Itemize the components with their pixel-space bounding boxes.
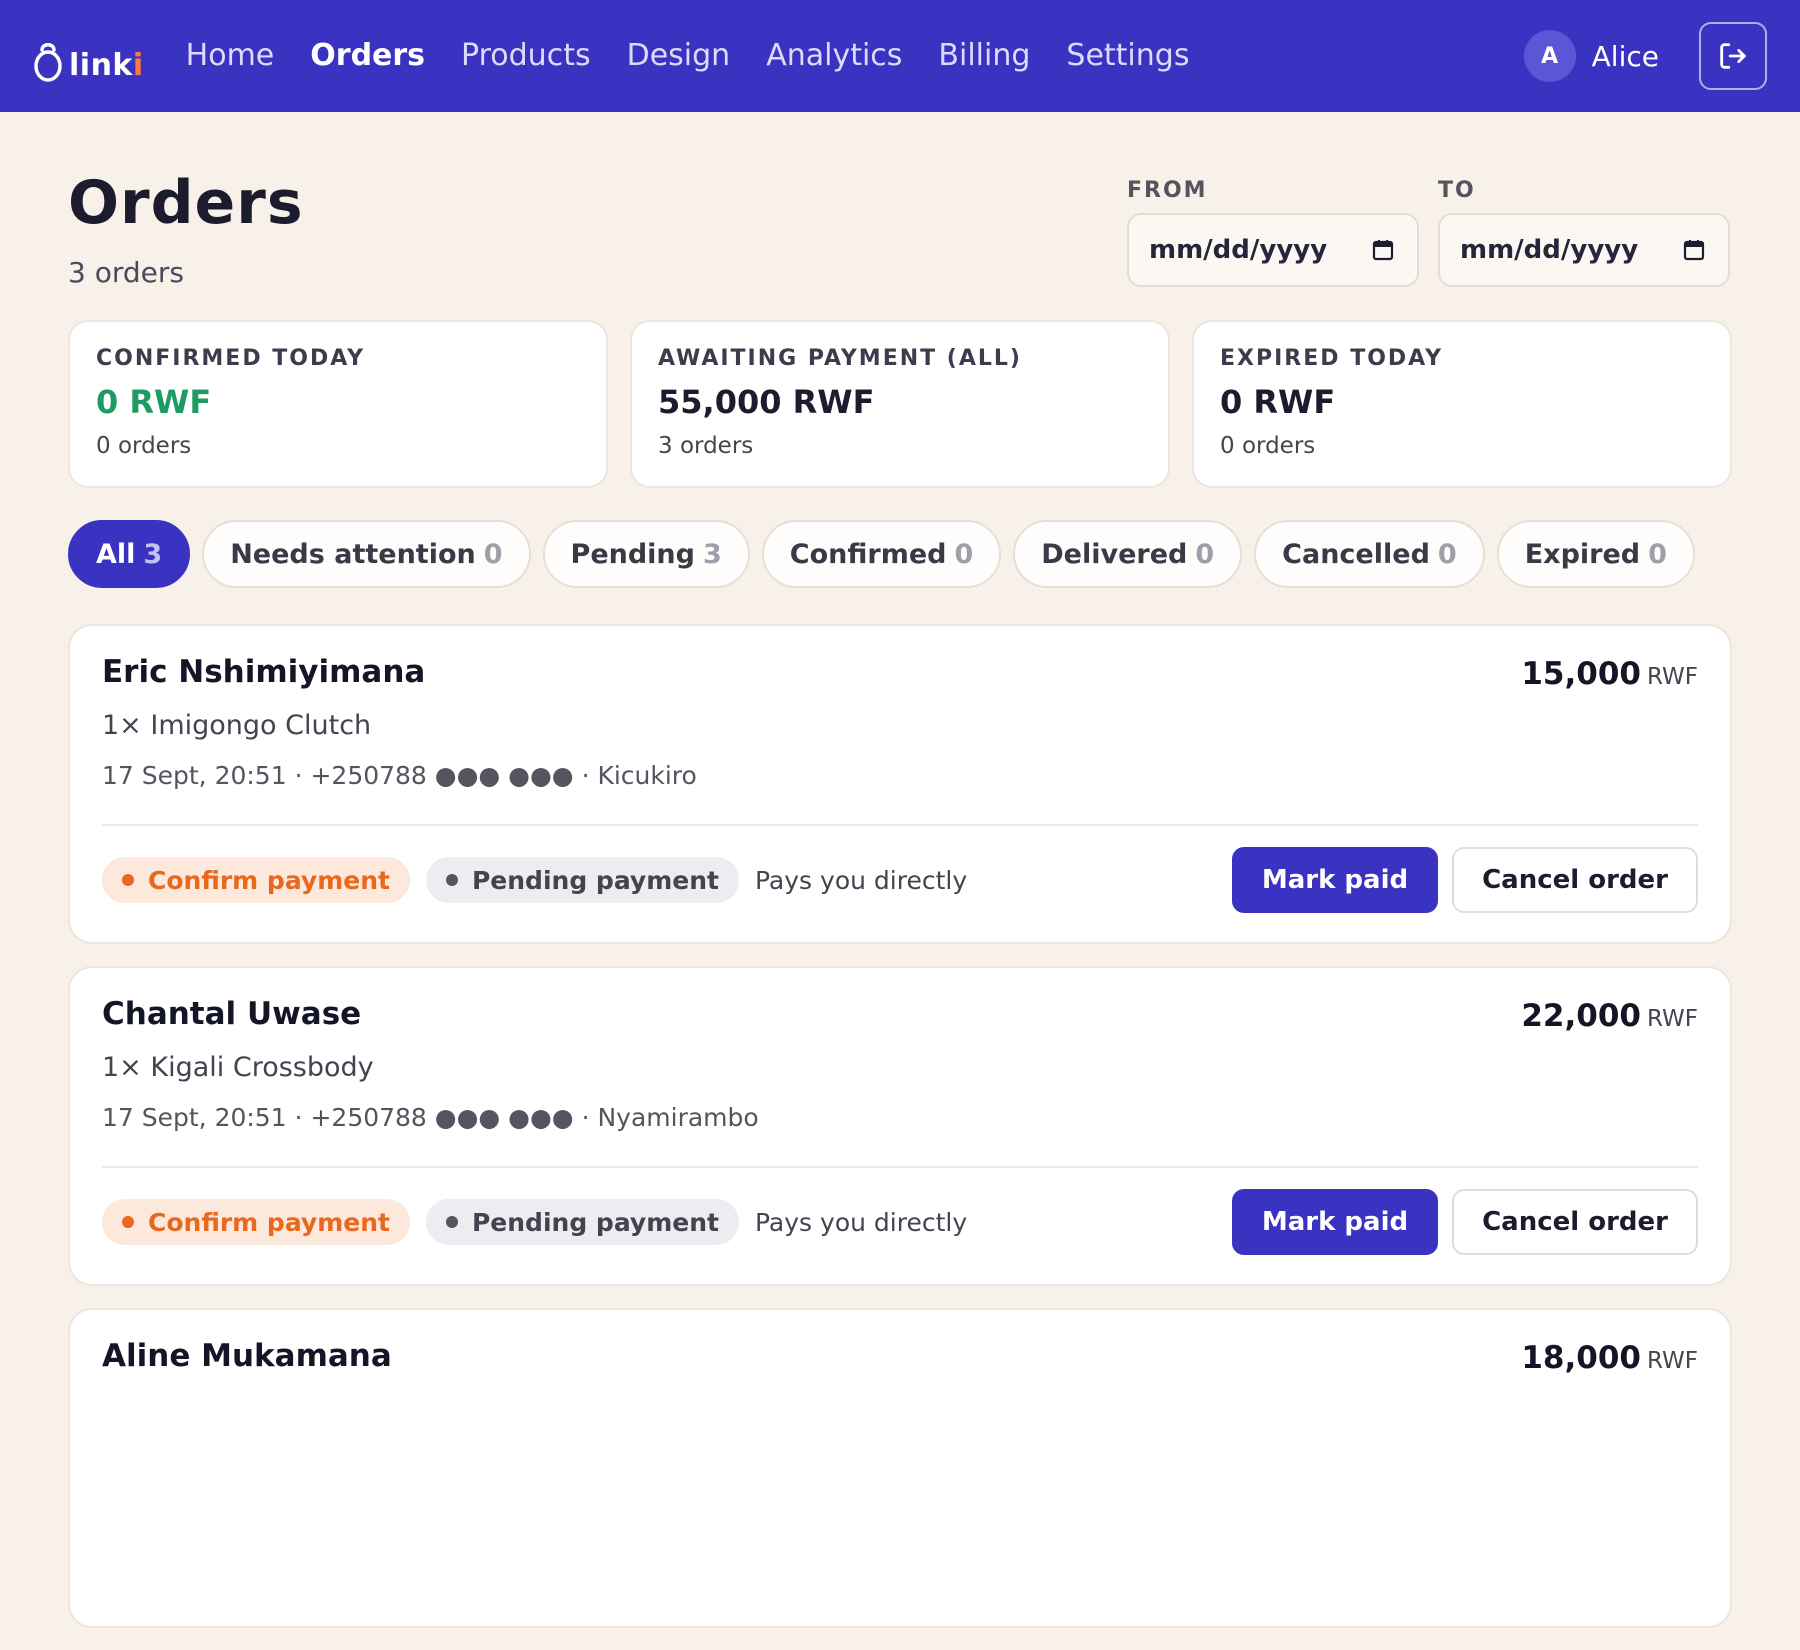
confirm-payment-badge: Confirm payment xyxy=(102,1199,410,1245)
stat-label: CONFIRMED TODAY xyxy=(96,346,366,371)
order-items: 1× Imigongo Clutch xyxy=(102,710,372,741)
tab-confirmed[interactable]: Confirmed 0 xyxy=(761,520,1002,588)
tab-count: 0 xyxy=(483,538,503,570)
tab-count: 3 xyxy=(143,538,163,570)
order-card[interactable]: Aline Mukamana 18,000 RWF xyxy=(68,1308,1732,1628)
stat-label: EXPIRED TODAY xyxy=(1220,346,1444,371)
stat-count: 0 orders xyxy=(96,433,192,459)
logout-icon xyxy=(1720,43,1746,69)
top-nav: linki Home Orders Products Design Analyt… xyxy=(0,0,1800,112)
nav-links: Home Orders Products Design Analytics Bi… xyxy=(186,38,1190,74)
date-from-input[interactable]: mm/dd/yyyy xyxy=(1127,213,1419,287)
confirm-payment-badge: Confirm payment xyxy=(102,857,410,903)
currency: RWF xyxy=(1646,664,1698,690)
tab-expired[interactable]: Expired 0 xyxy=(1496,520,1695,588)
order-amount: 15,000 RWF xyxy=(1521,656,1698,692)
stat-count: 3 orders xyxy=(658,433,754,459)
order-buttons: Mark paid Cancel order xyxy=(1231,1189,1698,1255)
status-badge: Pending payment xyxy=(425,857,739,903)
date-from-value: mm/dd/yyyy xyxy=(1149,235,1328,265)
date-to-label: TO xyxy=(1438,178,1476,203)
dot-icon xyxy=(445,1216,458,1228)
divider xyxy=(102,824,1698,826)
order-card[interactable]: Eric Nshimiyimana 15,000 RWF 1× Imigongo … xyxy=(68,624,1732,944)
tab-delivered[interactable]: Delivered 0 xyxy=(1013,520,1243,588)
dot-icon xyxy=(122,1216,134,1228)
tab-count: 0 xyxy=(1648,538,1667,570)
date-to-value: mm/dd/yyyy xyxy=(1460,235,1639,265)
order-meta: 17 Sept, 20:51 · +250788 ●●● ●●● · Nyami… xyxy=(102,1103,759,1132)
tab-pending[interactable]: Pending 3 xyxy=(542,520,750,588)
avatar[interactable]: A xyxy=(1523,30,1576,82)
tab-count: 0 xyxy=(1437,538,1457,570)
payment-note: Pays you directly xyxy=(754,865,968,895)
logout-button[interactable] xyxy=(1699,22,1767,90)
nav-link-settings[interactable]: Settings xyxy=(1066,38,1189,74)
order-meta: 17 Sept, 20:51 · +250788 ●●● ●●● · Kicuk… xyxy=(102,761,697,790)
user-name[interactable]: Alice xyxy=(1592,40,1659,73)
currency: RWF xyxy=(1646,1006,1698,1032)
date-from-label: FROM xyxy=(1127,178,1208,203)
cancel-order-button[interactable]: Cancel order xyxy=(1452,1189,1698,1255)
customer-name: Aline Mukamana xyxy=(102,1338,392,1374)
nav-link-products[interactable]: Products xyxy=(461,38,591,74)
tab-cancelled[interactable]: Cancelled 0 xyxy=(1254,520,1485,588)
tab-all[interactable]: All 3 xyxy=(68,520,191,588)
payment-note: Pays you directly xyxy=(754,1207,968,1237)
order-card[interactable]: Chantal Uwase 22,000 RWF 1× Kigali Crossb… xyxy=(68,966,1732,1286)
order-items: 1× Kigali Crossbody xyxy=(102,1052,374,1083)
mark-paid-button[interactable]: Mark paid xyxy=(1231,1189,1439,1255)
stat-value: 55,000 RWF xyxy=(658,383,875,421)
stat-label: AWAITING PAYMENT (ALL) xyxy=(658,346,1022,371)
status-badge: Pending payment xyxy=(425,1199,739,1245)
nav-link-orders[interactable]: Orders xyxy=(310,38,425,74)
filter-tabs: All 3 Needs attention 0 Pending 3 Confirmed… xyxy=(68,520,1695,588)
customer-name: Chantal Uwase xyxy=(102,996,362,1032)
stat-value: 0 RWF xyxy=(1220,383,1336,421)
order-amount: 22,000 RWF xyxy=(1521,998,1698,1034)
currency: RWF xyxy=(1646,1348,1698,1374)
cancel-order-button[interactable]: Cancel order xyxy=(1452,847,1698,913)
user-area: A Alice xyxy=(1523,22,1767,90)
date-from-group: FROM mm/dd/yyyy xyxy=(1127,178,1419,287)
dot-icon xyxy=(445,874,458,886)
stat-count: 0 orders xyxy=(1220,433,1316,459)
order-amount: 18,000 RWF xyxy=(1521,1340,1698,1376)
order-actions: Confirm payment Pending payment Pays you… xyxy=(102,846,1698,914)
tab-count: 0 xyxy=(1195,538,1215,570)
dot-icon xyxy=(122,874,134,886)
calendar-icon[interactable] xyxy=(1371,238,1395,262)
order-buttons: Mark paid Cancel order xyxy=(1231,847,1698,913)
stat-card-expired-today: EXPIRED TODAY 0 RWF 0 orders xyxy=(1192,320,1732,488)
order-list: Eric Nshimiyimana 15,000 RWF 1× Imigongo … xyxy=(68,624,1732,1650)
mark-paid-button[interactable]: Mark paid xyxy=(1231,847,1439,913)
tab-count: 0 xyxy=(954,538,974,570)
date-to-group: TO mm/dd/yyyy xyxy=(1438,178,1730,287)
nav-link-analytics[interactable]: Analytics xyxy=(766,38,902,74)
nav-link-design[interactable]: Design xyxy=(627,38,731,74)
shopping-bag-icon xyxy=(34,43,62,82)
brand-logo[interactable]: linki xyxy=(33,28,144,84)
page-title: Orders xyxy=(68,168,304,238)
stat-value: 0 RWF xyxy=(96,383,212,421)
stat-card-confirmed-today: CONFIRMED TODAY 0 RWF 0 orders xyxy=(68,320,608,488)
nav-link-home[interactable]: Home xyxy=(186,38,275,74)
order-count: 3 orders xyxy=(68,256,184,289)
brand-name: linki xyxy=(69,48,144,83)
tab-count: 3 xyxy=(702,538,722,570)
calendar-icon[interactable] xyxy=(1682,238,1706,262)
nav-link-billing[interactable]: Billing xyxy=(938,38,1030,74)
divider xyxy=(102,1166,1698,1168)
order-actions: Confirm payment Pending payment Pays you… xyxy=(102,1188,1698,1256)
stat-card-awaiting-payment: AWAITING PAYMENT (ALL) 55,000 RWF 3 orde… xyxy=(630,320,1170,488)
date-to-input[interactable]: mm/dd/yyyy xyxy=(1438,213,1730,287)
customer-name: Eric Nshimiyimana xyxy=(102,654,426,690)
stats-row: CONFIRMED TODAY 0 RWF 0 orders AWAITING … xyxy=(68,320,1732,488)
tab-needs-attention[interactable]: Needs attention 0 xyxy=(202,520,531,588)
